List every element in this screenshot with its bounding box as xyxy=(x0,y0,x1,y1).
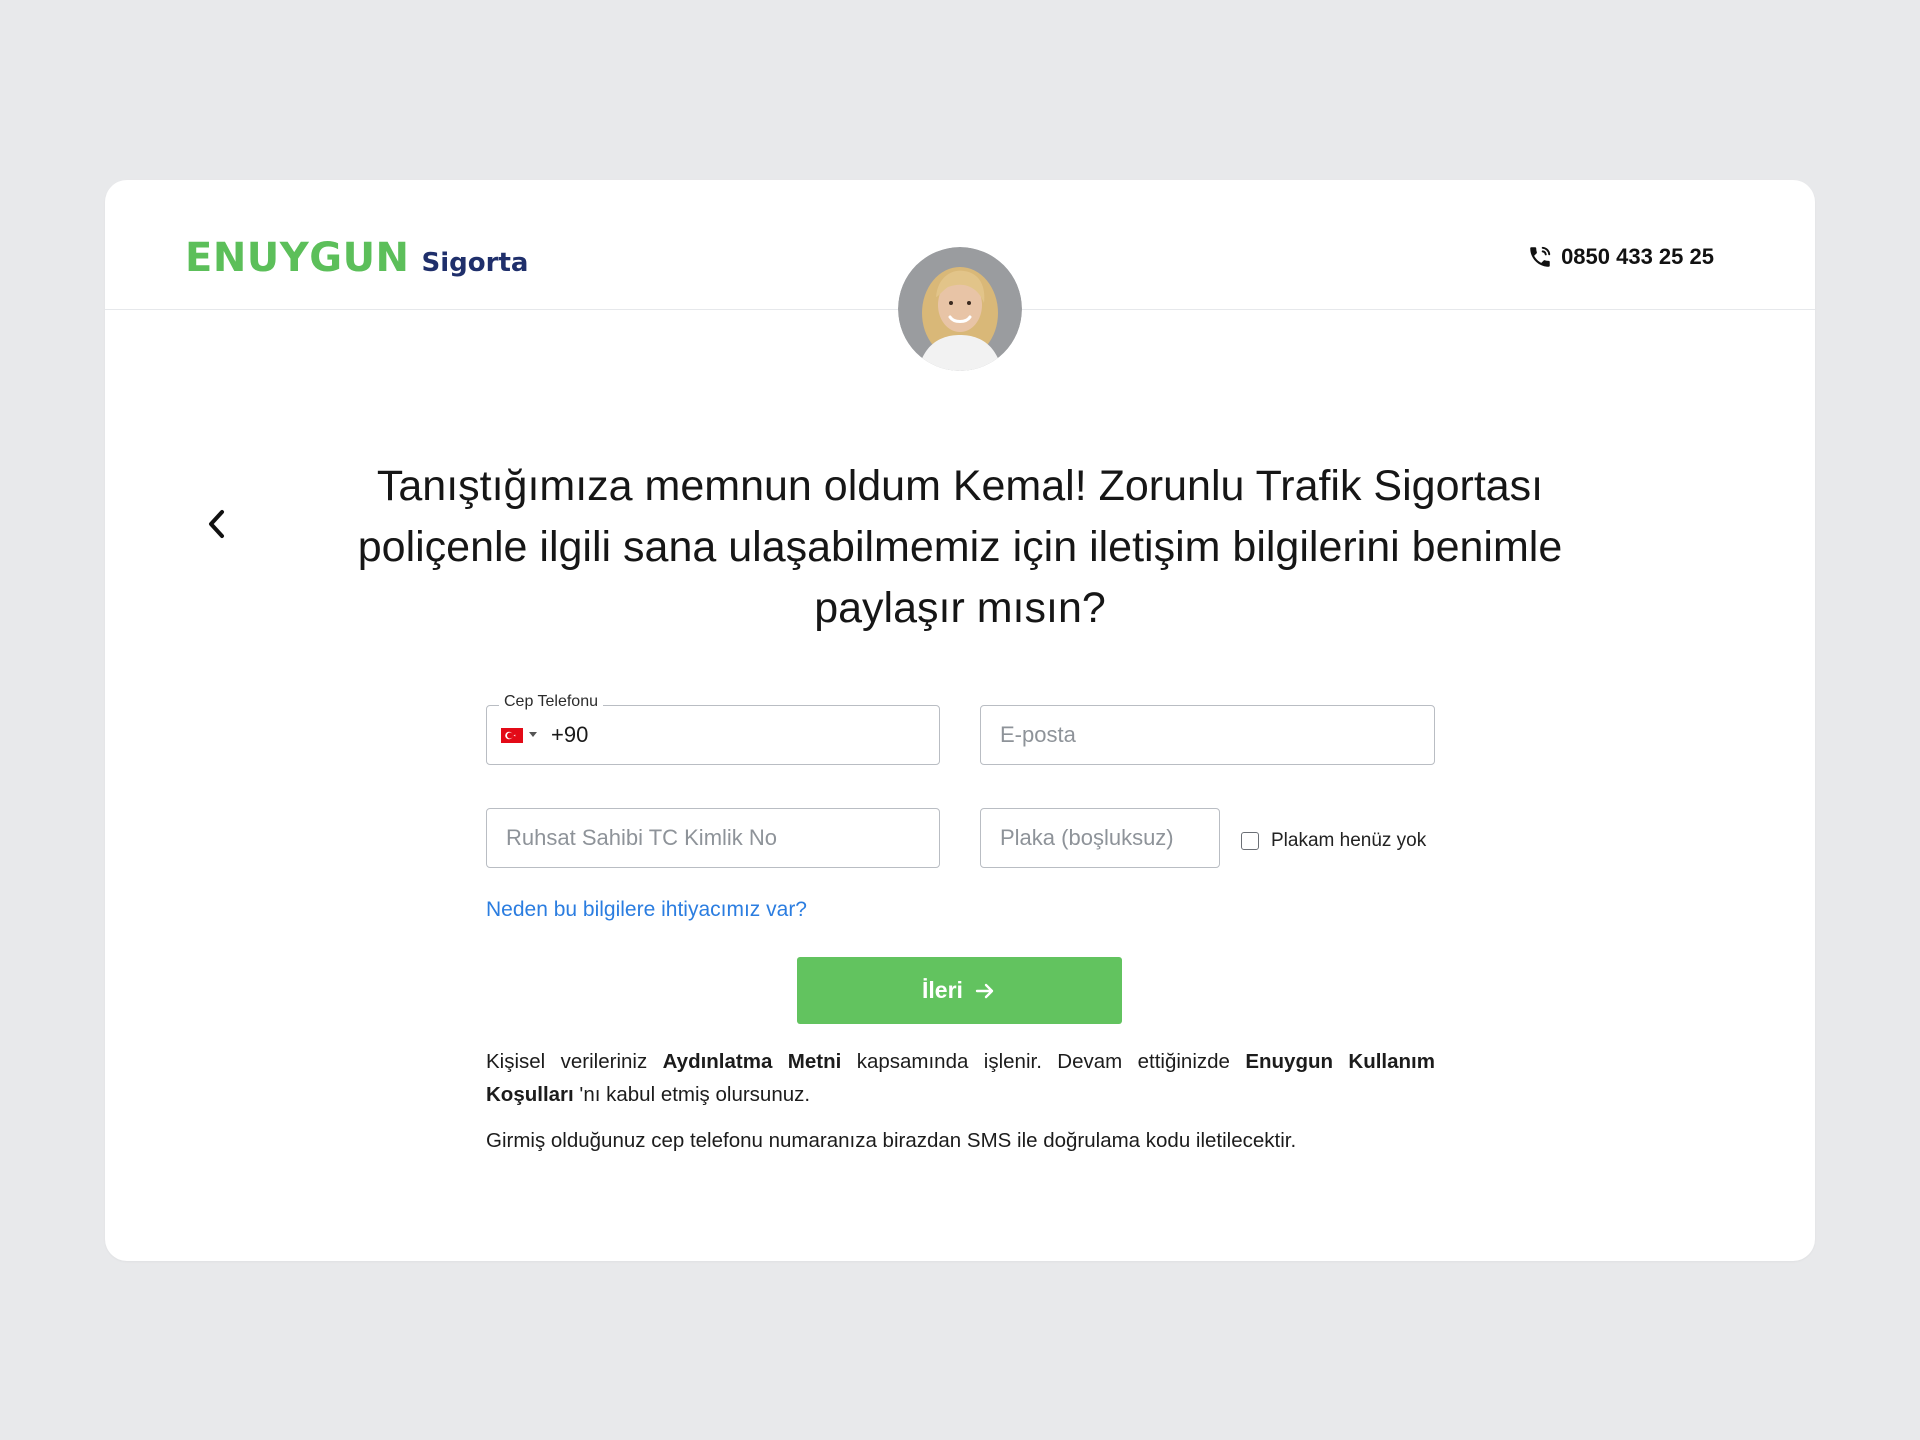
country-selector[interactable] xyxy=(501,706,537,764)
legal-part2: kapsamında işlenir. Devam ettiğinizde xyxy=(841,1050,1246,1073)
no-plate-checkbox[interactable]: Plakam henüz yok xyxy=(1241,830,1426,852)
phone-number: 0850 433 25 25 xyxy=(1561,244,1714,269)
agent-avatar-image xyxy=(898,247,1022,371)
plate-field[interactable] xyxy=(980,808,1220,868)
checkbox-box[interactable] xyxy=(1241,832,1259,850)
legal-text: Kişisel verileriniz Aydınlatma Metni kap… xyxy=(486,1045,1435,1111)
phone-input[interactable] xyxy=(487,706,939,764)
caret-down-icon xyxy=(529,732,537,737)
tc-no-field[interactable] xyxy=(486,808,940,868)
logo-main: ENUYGUN xyxy=(185,235,410,281)
no-plate-label: Plakam henüz yok xyxy=(1271,830,1427,851)
legal-part3: 'nı kabul etmiş olursunuz. xyxy=(573,1083,811,1106)
phone-icon xyxy=(1530,246,1551,267)
logo[interactable]: ENUYGUN Sigorta xyxy=(185,235,528,281)
legal-part1: Kişisel verileriniz xyxy=(486,1050,663,1073)
sms-note: Girmiş olduğunuz cep telefonu numaranıza… xyxy=(486,1129,1297,1152)
privacy-notice-link[interactable]: Aydınlatma Metni xyxy=(663,1050,842,1073)
tc-no-input[interactable] xyxy=(487,809,939,867)
email-input[interactable] xyxy=(981,706,1434,764)
email-field[interactable] xyxy=(980,705,1435,765)
back-button[interactable] xyxy=(197,502,237,546)
next-button-label: İleri xyxy=(922,977,963,1003)
agent-avatar xyxy=(898,247,1022,371)
main-card: ENUYGUN Sigorta 0850 433 25 25 Tanıştığı… xyxy=(105,180,1815,1261)
logo-sub: Sigorta xyxy=(421,248,529,278)
support-phone[interactable]: 0850 433 25 25 xyxy=(1527,244,1714,270)
why-info-link[interactable]: Neden bu bilgilere ihtiyacımız var? xyxy=(486,898,807,922)
chevron-left-icon xyxy=(209,510,224,538)
next-button[interactable]: İleri xyxy=(797,957,1122,1024)
phone-field[interactable]: Cep Telefonu xyxy=(486,693,940,765)
turkey-flag-icon xyxy=(501,727,523,743)
plate-input[interactable] xyxy=(981,809,1219,867)
arrow-right-icon xyxy=(975,983,994,998)
question-heading: Tanıştığımıza memnun oldum Kemal! Zorunl… xyxy=(357,462,1563,632)
